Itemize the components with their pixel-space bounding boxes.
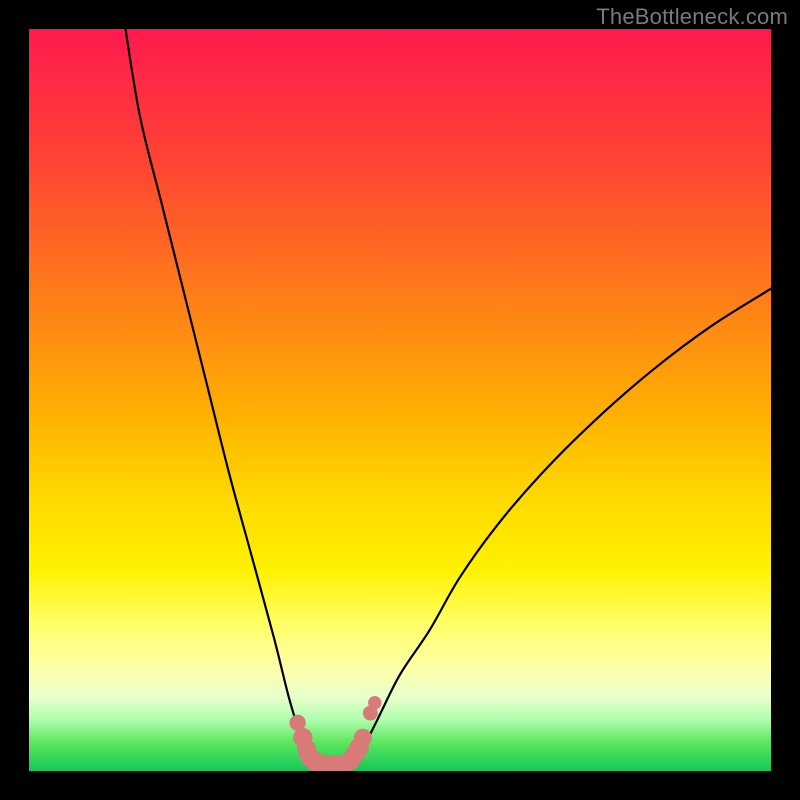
marker-dot: [368, 696, 381, 709]
chart-svg: [29, 29, 771, 771]
marker-group: [289, 696, 381, 771]
marker-dot: [354, 729, 372, 747]
curve-left-branch: [125, 29, 311, 764]
watermark-text: TheBottleneck.com: [596, 4, 788, 30]
curve-group: [125, 29, 771, 764]
curve-right-branch: [355, 289, 771, 764]
